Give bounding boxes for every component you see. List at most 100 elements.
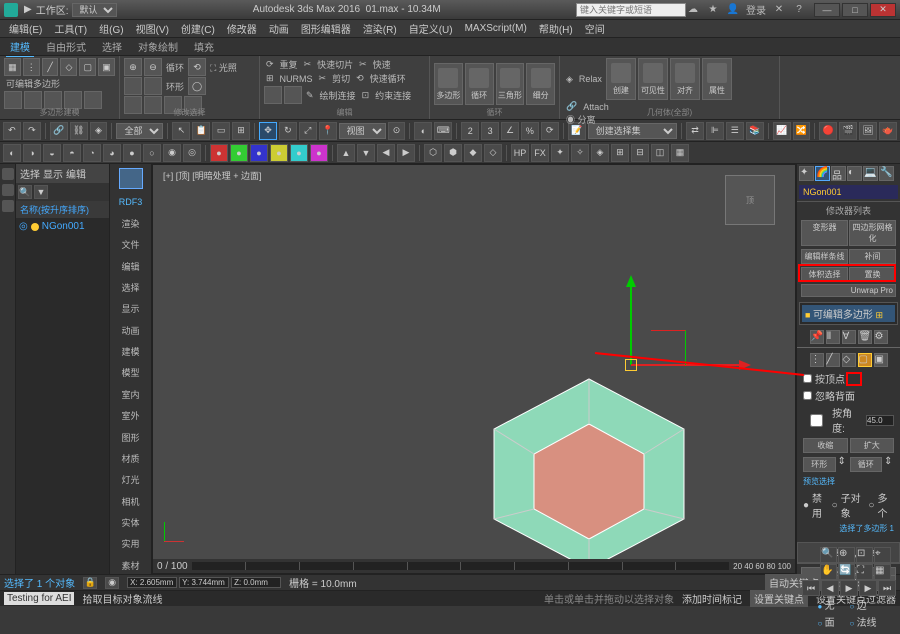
rotate-icon[interactable]: ↻ bbox=[279, 122, 297, 140]
preset-item[interactable]: RDF3 bbox=[113, 193, 149, 210]
viewcube[interactable]: 顶 bbox=[725, 175, 775, 225]
grow-icon[interactable]: ⊕ bbox=[124, 58, 142, 76]
cloud-icon[interactable]: ☁ bbox=[686, 3, 700, 17]
z-coord[interactable] bbox=[231, 577, 281, 588]
move-icon[interactable]: ✥ bbox=[259, 122, 277, 140]
t18[interactable]: ▼ bbox=[357, 144, 375, 162]
preset-item[interactable]: 材质 bbox=[113, 450, 149, 467]
keyboard-icon[interactable]: ⌨ bbox=[434, 122, 452, 140]
ignore-back-check[interactable]: 忽略背面 bbox=[801, 387, 896, 404]
t6[interactable]: ◕ bbox=[103, 144, 121, 162]
visible-btn[interactable]: 可见性 bbox=[638, 58, 668, 100]
preset-item[interactable]: 模型 bbox=[113, 364, 149, 381]
menu-animation[interactable]: 动画 bbox=[264, 20, 294, 37]
user-icon[interactable]: 👤 bbox=[726, 3, 740, 17]
prev-frame-icon[interactable]: ◀ bbox=[821, 580, 839, 596]
close-panel-icon[interactable]: ✕ bbox=[772, 3, 786, 17]
t26[interactable]: FX bbox=[531, 144, 549, 162]
angle-spinner[interactable]: 按角度: bbox=[801, 404, 896, 436]
t10[interactable]: ◎ bbox=[183, 144, 201, 162]
stack-editpoly[interactable]: ■ 可编辑多边形 ⊞ bbox=[802, 305, 895, 322]
preset-item[interactable]: 素材 bbox=[113, 557, 149, 574]
mod-spline[interactable]: 编辑样条线 bbox=[801, 249, 848, 264]
menu-graph[interactable]: 图形编辑器 bbox=[296, 20, 356, 37]
menu-modifiers[interactable]: 修改器 bbox=[222, 20, 262, 37]
ribbon-tab-freeform[interactable]: 自由形式 bbox=[42, 37, 90, 56]
workspace-selector[interactable]: ▶工作区: 默认 bbox=[24, 2, 117, 17]
manip-icon[interactable]: ◐ bbox=[414, 122, 432, 140]
curve-editor-icon[interactable]: 📈 bbox=[773, 122, 791, 140]
orbit-icon[interactable]: 🔄 bbox=[838, 564, 855, 580]
poly-icon[interactable]: ▦ bbox=[4, 58, 21, 76]
t20[interactable]: ▶ bbox=[397, 144, 415, 162]
so-border-icon[interactable]: ◇ bbox=[842, 353, 856, 367]
show-end-icon[interactable]: Ⅱ bbox=[826, 330, 840, 344]
vp-layout-icon[interactable]: ▦ bbox=[874, 564, 891, 580]
preset-item[interactable]: 动画 bbox=[113, 322, 149, 339]
spinner-snap-icon[interactable]: ⟳ bbox=[541, 122, 559, 140]
timeline[interactable]: 0 / 100 20 40 60 80 100 bbox=[153, 559, 795, 573]
play-icon[interactable]: ▶ bbox=[840, 580, 858, 596]
border-icon[interactable]: ◇ bbox=[60, 58, 77, 76]
t1[interactable]: ◐ bbox=[3, 144, 21, 162]
preset-item[interactable]: 显示 bbox=[113, 300, 149, 317]
t11[interactable]: ● bbox=[210, 144, 228, 162]
close-button[interactable]: ✕ bbox=[870, 3, 896, 17]
t4[interactable]: ◓ bbox=[63, 144, 81, 162]
lp2[interactable] bbox=[2, 184, 14, 196]
t23[interactable]: ◆ bbox=[464, 144, 482, 162]
tris-button[interactable]: 三角形 bbox=[496, 63, 525, 105]
unlink-icon[interactable]: ⛓ bbox=[70, 122, 88, 140]
r7[interactable] bbox=[144, 77, 162, 95]
t7[interactable]: ● bbox=[123, 144, 141, 162]
subdiv-button[interactable]: 细分 bbox=[526, 63, 555, 105]
ribbon-tab-populate[interactable]: 填充 bbox=[190, 37, 218, 56]
modifier-list-label[interactable]: 修改器列表 bbox=[801, 204, 896, 217]
preset-item[interactable]: 相机 bbox=[113, 493, 149, 510]
config-icon[interactable]: ⚙ bbox=[874, 330, 888, 344]
polys-button[interactable]: 多边形 bbox=[434, 63, 463, 105]
rendered-frame-icon[interactable]: 🖼 bbox=[859, 122, 877, 140]
sort-header[interactable]: 名称(按升序排序) bbox=[16, 201, 109, 218]
redo-icon[interactable]: ↷ bbox=[23, 122, 41, 140]
lp1[interactable] bbox=[2, 168, 14, 180]
iso-icon[interactable]: ◉ bbox=[105, 577, 119, 589]
grow-btn[interactable]: 扩大 bbox=[850, 438, 895, 453]
so-element-icon[interactable]: ▣ bbox=[874, 353, 888, 367]
rect-select-icon[interactable]: ▭ bbox=[212, 122, 230, 140]
hierarchy-tab-icon[interactable]: 品 bbox=[831, 166, 846, 181]
snap3d-icon[interactable]: 3 bbox=[481, 122, 499, 140]
t19[interactable]: ◀ bbox=[377, 144, 395, 162]
t3[interactable]: ◒ bbox=[43, 144, 61, 162]
menu-edit[interactable]: 编辑(E) bbox=[4, 20, 47, 37]
star-icon[interactable]: ★ bbox=[706, 3, 720, 17]
modify-tab-icon[interactable]: 🌈 bbox=[815, 166, 830, 181]
preset-item[interactable]: 室内 bbox=[113, 386, 149, 403]
ribbon-tab-selection[interactable]: 选择 bbox=[98, 37, 126, 56]
snap2d-icon[interactable]: 2 bbox=[461, 122, 479, 140]
render-setup-icon[interactable]: 🎬 bbox=[839, 122, 857, 140]
maximize-button[interactable]: □ bbox=[842, 3, 868, 17]
lock-icon[interactable]: 🔒 bbox=[83, 577, 97, 589]
preset-item[interactable]: 实用 bbox=[113, 535, 149, 552]
material-icon[interactable]: 🔴 bbox=[819, 122, 837, 140]
angle-snap-icon[interactable]: ∠ bbox=[501, 122, 519, 140]
menu-create[interactable]: 创建(C) bbox=[176, 20, 220, 37]
motion-tab-icon[interactable]: ◐ bbox=[847, 166, 862, 181]
search-input[interactable] bbox=[576, 3, 686, 17]
t28[interactable]: ✧ bbox=[571, 144, 589, 162]
remove-mod-icon[interactable]: 🗑 bbox=[858, 330, 872, 344]
props-btn[interactable]: 属性 bbox=[702, 58, 732, 100]
t24[interactable]: ◇ bbox=[484, 144, 502, 162]
t2[interactable]: ◑ bbox=[23, 144, 41, 162]
t30[interactable]: ⊞ bbox=[611, 144, 629, 162]
unique-icon[interactable]: ∀ bbox=[842, 330, 856, 344]
so-edge-icon[interactable]: ╱ bbox=[826, 353, 840, 367]
create-tab-icon[interactable]: ✦ bbox=[799, 166, 814, 181]
edge-icon[interactable]: ╱ bbox=[42, 58, 59, 76]
loop-icon[interactable]: ⟲ bbox=[188, 58, 206, 76]
so-poly-icon[interactable]: ▢ bbox=[858, 353, 872, 367]
link-icon[interactable]: 🔗 bbox=[50, 122, 68, 140]
menu-group[interactable]: 组(G) bbox=[94, 20, 128, 37]
r12[interactable] bbox=[264, 86, 282, 104]
